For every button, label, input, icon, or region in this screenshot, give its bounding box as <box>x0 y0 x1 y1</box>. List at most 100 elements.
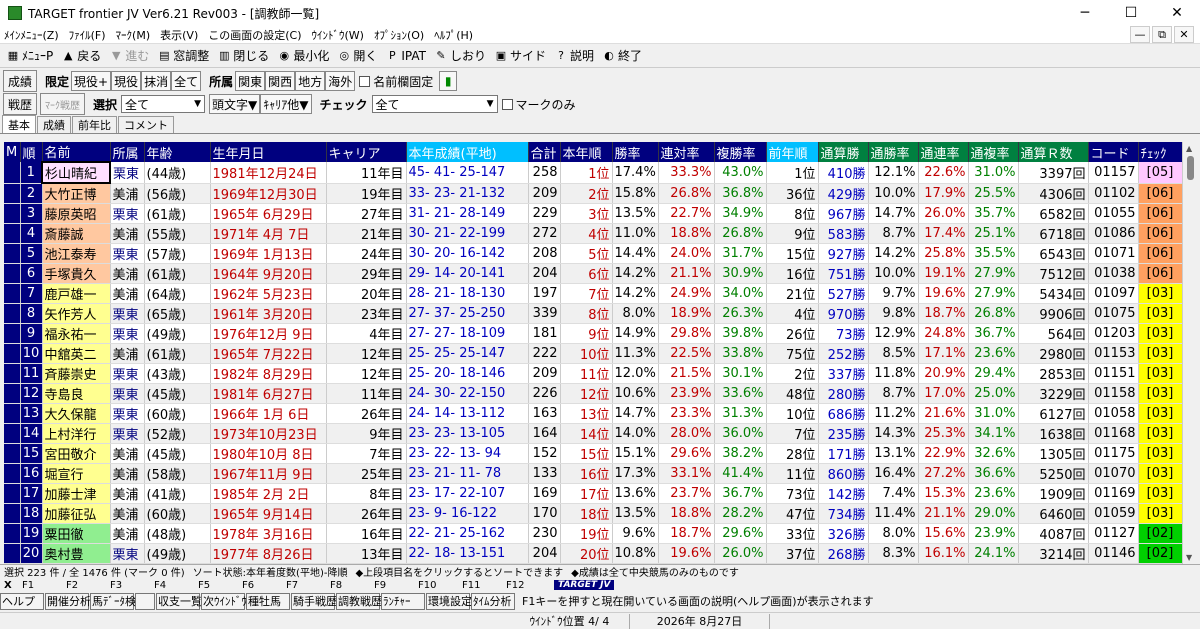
table-row[interactable]: 16 堀宣行 美浦 (58歳) 1967年11月 9日 25年目 23- 21- 11- 7… <box>4 463 1182 484</box>
fkey-button-3[interactable] <box>135 592 155 610</box>
menu-options[interactable]: ｵﾌﾟｼｮﾝ(O) <box>374 27 424 43</box>
tab-yoy[interactable]: 前年比 <box>72 116 117 133</box>
fkey-button-2[interactable]: 馬ﾃﾞｰﾀ検 <box>90 592 136 610</box>
scroll-up-icon[interactable]: ▲ <box>1186 144 1192 153</box>
mark-cell[interactable] <box>4 403 21 424</box>
column-header-19[interactable]: コード <box>1088 142 1139 162</box>
mark-cell[interactable] <box>4 283 21 304</box>
table-row[interactable]: 2 大竹正博 美浦 (56歳) 1969年12月30日 19年目 33- 23- 21-13… <box>4 183 1182 204</box>
shozoku-local-button[interactable]: 地方 <box>295 71 326 91</box>
fkey-button-9[interactable]: ﾗﾝﾁｬｰ <box>381 592 425 610</box>
table-row[interactable]: 18 加藤征弘 美浦 (60歳) 1965年 9月14日 26年目 23- 9- 16-12… <box>4 503 1182 524</box>
scroll-down-icon[interactable]: ▼ <box>1186 553 1192 562</box>
table-row[interactable]: 5 池江泰寿 栗東 (57歳) 1969年 1月13日 24年目 30- 20- 16-14… <box>4 243 1182 264</box>
gentei-all-button[interactable]: 全て <box>171 71 202 91</box>
fkey-button-4[interactable]: 収支一覧 <box>156 592 202 610</box>
export-icon[interactable]: ▮ <box>439 71 458 91</box>
mark-senreki-button[interactable]: ﾏｰｸ戦歴 <box>40 93 86 115</box>
fkey-button-1[interactable]: 開催分析 <box>45 592 91 610</box>
fkey-button-0[interactable]: ヘルプ <box>0 592 44 610</box>
close-button[interactable]: ✕ <box>1154 0 1200 26</box>
child-restore-button[interactable]: ⧉ <box>1152 26 1172 43</box>
mark-cell[interactable] <box>4 263 21 284</box>
column-header-12[interactable]: 複勝率 <box>714 142 767 162</box>
table-row[interactable]: 6 手塚貴久 美浦 (61歳) 1964年 9月20日 29年目 29- 14- 20-14… <box>4 263 1182 284</box>
mark-cell[interactable] <box>4 363 21 384</box>
menu-help[interactable]: ﾍﾙﾌﾟ(H) <box>434 27 473 43</box>
table-row[interactable]: 19 粟田徹 美浦 (48歳) 1978年 3月16日 16年目 22- 21- 25-16… <box>4 523 1182 544</box>
menu-screen-settings[interactable]: この画面の設定(C) <box>208 27 301 43</box>
column-header-17[interactable]: 通複率 <box>968 142 1019 162</box>
mark-cell[interactable] <box>4 523 21 544</box>
mark-cell[interactable] <box>4 162 21 184</box>
table-row[interactable]: 17 加藤士津 美浦 (41歳) 1985年 2月 2日 8年目 23- 17- 22-10… <box>4 483 1182 504</box>
table-row[interactable]: 15 宮田敬介 美浦 (45歳) 1980年10月 8日 7年目 23- 22- 13- 9… <box>4 443 1182 464</box>
mark-cell[interactable] <box>4 503 21 524</box>
gentei-active-plus-button[interactable]: 現役+ <box>71 71 112 91</box>
table-row[interactable]: 13 大久保龍 栗東 (60歳) 1966年 1月 6日 26年目 24- 14- 13-1… <box>4 403 1182 424</box>
table-row[interactable]: 7 鹿戸雄一 美浦 (64歳) 1962年 5月23日 20年目 28- 21- 18-13… <box>4 283 1182 304</box>
column-header-8[interactable]: 合計 <box>528 142 561 162</box>
menu-main[interactable]: ﾒｲﾝﾒﾆｭｰ(Z) <box>4 27 59 43</box>
menu-window[interactable]: ｳｲﾝﾄﾞｳ(W) <box>312 27 364 43</box>
shozoku-kansai-button[interactable]: 関西 <box>265 71 296 91</box>
gentei-active-button[interactable]: 現役 <box>111 71 142 91</box>
vertical-scrollbar[interactable]: ▲ ▼ <box>1182 142 1198 564</box>
column-header-0[interactable]: M <box>4 142 21 162</box>
toolbar-button-3[interactable]: ▤ 窓調整 <box>157 47 209 64</box>
mark-cell[interactable] <box>4 463 21 484</box>
toolbar-button-1[interactable]: ▲ 戻る <box>61 47 101 64</box>
mark-cell[interactable] <box>4 423 21 444</box>
table-row[interactable]: 9 福永祐一 栗東 (49歳) 1976年12月 9日 4年目 27- 27- 18-109… <box>4 323 1182 344</box>
column-header-20[interactable]: ﾁｪｯｸ <box>1138 142 1182 162</box>
check-select[interactable]: 全て ▼ <box>371 95 498 113</box>
tab-results[interactable]: 成績 <box>37 116 71 133</box>
mark-only-checkbox[interactable]: マークのみ <box>501 96 576 113</box>
table-row[interactable]: 11 斉藤崇史 栗東 (43歳) 1982年 8月29日 12年目 25- 20- 18-1… <box>4 363 1182 384</box>
column-header-2[interactable]: 名前 <box>42 142 111 162</box>
column-header-3[interactable]: 所属 <box>110 142 145 162</box>
column-header-9[interactable]: 本年順 <box>560 142 613 162</box>
menu-view[interactable]: 表示(V) <box>160 27 198 43</box>
column-header-11[interactable]: 連対率 <box>658 142 715 162</box>
head-letter-button[interactable]: 頭文字▼ <box>209 94 261 114</box>
mark-cell[interactable] <box>4 203 21 224</box>
column-header-1[interactable]: 順 <box>20 142 43 162</box>
mark-cell[interactable] <box>4 223 21 244</box>
career-button[interactable]: ｷｬﾘｱ他▼ <box>260 94 312 114</box>
fkey-button-8[interactable]: 調教戦歴 <box>336 592 382 610</box>
toolbar-button-5[interactable]: ◉ 最小化 <box>277 47 330 64</box>
fkey-button-6[interactable]: 種牡馬 <box>246 592 290 610</box>
seiseki-button[interactable]: 成績 <box>3 70 38 92</box>
shozoku-overseas-button[interactable]: 海外 <box>325 71 356 91</box>
minimize-button[interactable]: ─ <box>1062 0 1108 26</box>
mark-cell[interactable] <box>4 183 21 204</box>
child-minimize-button[interactable]: — <box>1130 26 1150 43</box>
table-row[interactable]: 14 上村洋行 栗東 (52歳) 1973年10月23日 9年目 23- 23- 13-10… <box>4 423 1182 444</box>
tab-basic[interactable]: 基本 <box>2 115 36 133</box>
mark-cell[interactable] <box>4 343 21 364</box>
mark-cell[interactable] <box>4 383 21 404</box>
sentaku-select[interactable]: 全て ▼ <box>121 95 206 113</box>
maximize-button[interactable]: ☐ <box>1108 0 1154 26</box>
menu-file[interactable]: ﾌｧｲﾙ(F) <box>69 27 106 43</box>
toolbar-button-8[interactable]: ✎ しおり <box>434 47 486 64</box>
mark-cell[interactable] <box>4 543 21 564</box>
shozoku-kanto-button[interactable]: 関東 <box>235 71 266 91</box>
mark-cell[interactable] <box>4 243 21 264</box>
mark-cell[interactable] <box>4 443 21 464</box>
fkey-button-5[interactable]: 次ｳｲﾝﾄﾞｳ <box>201 592 247 610</box>
column-header-5[interactable]: 生年月日 <box>210 142 327 162</box>
gentei-retired-button[interactable]: 抹消 <box>141 71 172 91</box>
mark-cell[interactable] <box>4 323 21 344</box>
fkey-button-7[interactable]: 騎手戦歴 <box>291 592 337 610</box>
column-header-16[interactable]: 通連率 <box>918 142 969 162</box>
column-header-4[interactable]: 年齢 <box>144 142 211 162</box>
toolbar-button-0[interactable]: ▦ ﾒﾆｭｰP <box>6 47 53 64</box>
fkey-button-10[interactable]: 環境設定 <box>426 592 472 610</box>
child-close-button[interactable]: ✕ <box>1174 26 1194 43</box>
column-header-10[interactable]: 勝率 <box>612 142 659 162</box>
fkey-button-11[interactable]: ﾀｲﾑ分析 <box>471 592 515 610</box>
tab-comment[interactable]: コメント <box>118 116 174 133</box>
column-header-18[interactable]: 通算Ｒ数 <box>1018 142 1089 162</box>
